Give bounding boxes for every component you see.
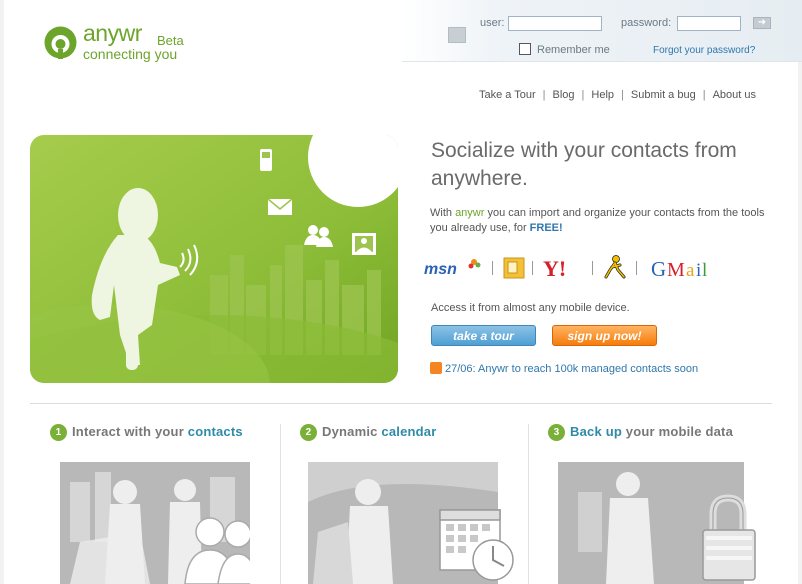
nav-separator: |	[581, 89, 585, 101]
photo-icon	[352, 233, 376, 255]
people-crowd-image	[60, 462, 250, 584]
take-a-tour-button[interactable]: take a tour	[431, 325, 536, 346]
password-label: password:	[621, 17, 672, 29]
service-separator	[636, 261, 637, 275]
svg-text:a: a	[686, 260, 695, 281]
sign-up-button[interactable]: sign up now!	[552, 325, 657, 346]
login-submit-button[interactable]: ➜	[753, 17, 771, 29]
svg-text:Y!: Y!	[543, 256, 566, 281]
nav-blog[interactable]: Blog	[553, 89, 575, 101]
msn-logo-icon: msn	[424, 259, 481, 278]
user-avatar-icon	[448, 27, 466, 43]
news-link[interactable]: 27/06: Anywr to reach 100k managed conta…	[445, 363, 698, 375]
svg-text:G: G	[651, 257, 666, 281]
svg-text:M: M	[667, 259, 685, 281]
arrow-right-icon: ➜	[757, 17, 767, 28]
remember-me-label: Remember me	[537, 44, 610, 56]
envelope-icon	[267, 198, 293, 215]
feature-title: 3 Back up your mobile data	[548, 424, 733, 441]
remember-me-checkbox[interactable]	[519, 43, 531, 55]
service-separator	[532, 261, 533, 275]
nav-submit-a-bug[interactable]: Submit a bug	[631, 89, 696, 101]
feature-title-highlight[interactable]: contacts	[188, 424, 243, 439]
feature-title: 2 Dynamic calendar	[300, 424, 436, 441]
svg-text:l: l	[702, 260, 707, 281]
feature-title-prefix: Dynamic	[322, 424, 382, 439]
section-divider	[30, 403, 772, 404]
outlook-logo-icon	[503, 257, 525, 279]
feature-number: 3	[548, 424, 565, 441]
page: anywr Beta connecting you user: password…	[4, 0, 802, 584]
user-label: user:	[480, 17, 505, 29]
logo-mark-icon	[44, 26, 77, 59]
nav-separator: |	[542, 89, 546, 101]
top-nav: Take a Tour | Blog | Help | Submit a bug | About…	[479, 89, 756, 101]
mobile-access-text: Access it from almost any mobile device.	[431, 302, 630, 314]
hero-headline: Socialize with your contacts from anywhe…	[431, 139, 737, 190]
hero-image	[30, 135, 398, 383]
intro-free: FREE!	[529, 222, 563, 234]
nav-separator: |	[621, 89, 624, 101]
feature-title: 1 Interact with your contacts	[50, 424, 243, 441]
mobile-phone-icon	[260, 149, 272, 171]
logo-tagline: connecting you	[83, 46, 178, 62]
service-separator	[492, 261, 493, 275]
intro-brand: anywr	[455, 207, 485, 219]
nav-about-us[interactable]: About us	[713, 89, 756, 101]
gmail-logo-icon: G M a i l	[651, 257, 707, 281]
forgot-password-link[interactable]: Forgot your password?	[653, 45, 755, 56]
logo-wordmark: anywr	[83, 20, 142, 46]
feature-title-suffix: your mobile data	[621, 424, 734, 439]
service-separator	[592, 261, 593, 275]
svg-text:msn: msn	[424, 261, 457, 278]
news-item: 27/06: Anywr to reach 100k managed conta…	[430, 362, 698, 375]
aim-logo-icon	[604, 255, 626, 279]
feature-title-highlight[interactable]: Back up	[570, 424, 622, 439]
intro-prefix: With	[430, 207, 456, 219]
hero-intro: With anywr you can import and organize y…	[430, 206, 770, 236]
login-bar: user: password: ➜ Remember me Forgot you…	[402, 0, 802, 62]
rss-icon[interactable]	[430, 362, 442, 374]
nav-help[interactable]: Help	[591, 89, 614, 101]
feature-number: 1	[50, 424, 67, 441]
padlock-image	[558, 462, 756, 584]
calendar-clock-image	[308, 462, 514, 584]
password-input[interactable]	[677, 16, 741, 31]
column-separator	[280, 424, 281, 584]
nav-separator: |	[702, 89, 706, 101]
svg-text:i: i	[696, 260, 701, 281]
user-input[interactable]	[508, 16, 602, 31]
nav-take-a-tour[interactable]: Take a Tour	[479, 89, 536, 101]
column-separator	[528, 424, 529, 584]
yahoo-logo-icon: Y!	[543, 256, 566, 281]
feature-title-highlight[interactable]: calendar	[381, 424, 436, 439]
feature-title-prefix: Interact with your	[72, 424, 188, 439]
feature-number: 2	[300, 424, 317, 441]
